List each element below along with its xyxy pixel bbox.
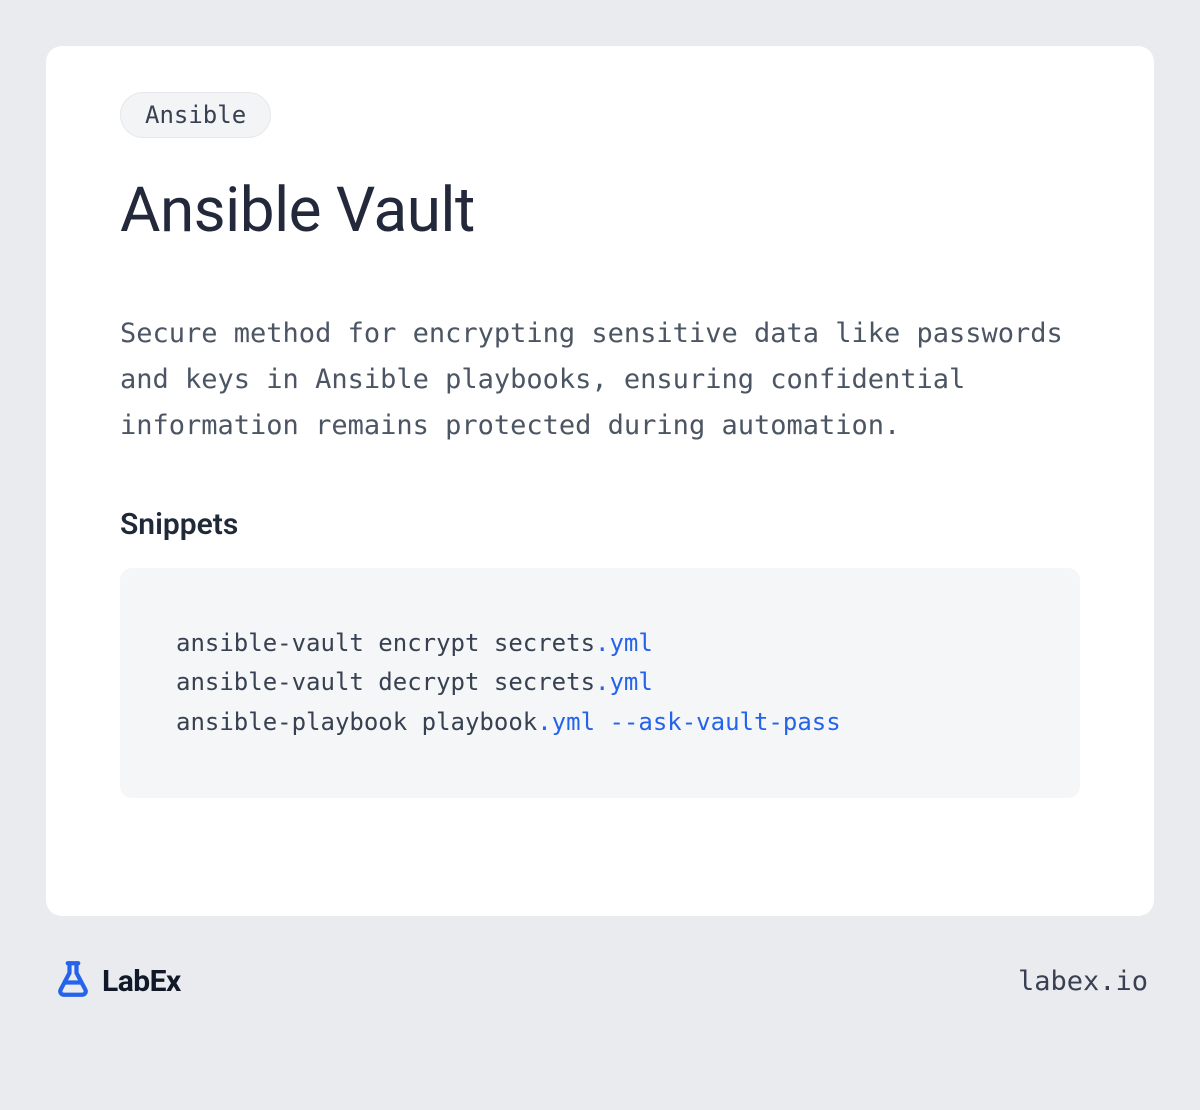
logo-text: LabEx <box>102 964 181 999</box>
footer: LabEx labex.io <box>46 958 1154 1004</box>
code-token: .yml <box>595 668 653 696</box>
code-token: .yml <box>595 629 653 657</box>
code-token: .yml --ask-vault-pass <box>537 708 840 736</box>
page-title: Ansible Vault <box>120 174 1080 247</box>
snippets-heading: Snippets <box>120 507 1080 542</box>
flask-icon <box>52 958 94 1004</box>
content-card: Ansible Ansible Vault Secure method for … <box>46 46 1154 916</box>
code-snippet-block: ansible-vault encrypt secrets.yml ansibl… <box>120 568 1080 799</box>
site-url: labex.io <box>1018 966 1148 997</box>
logo: LabEx <box>52 958 181 1004</box>
category-tag: Ansible <box>120 92 271 138</box>
code-token: ansible-vault encrypt secrets <box>176 629 595 657</box>
description-text: Secure method for encrypting sensitive d… <box>120 311 1080 449</box>
code-token: ansible-playbook playbook <box>176 708 537 736</box>
code-token: ansible-vault decrypt secrets <box>176 668 595 696</box>
